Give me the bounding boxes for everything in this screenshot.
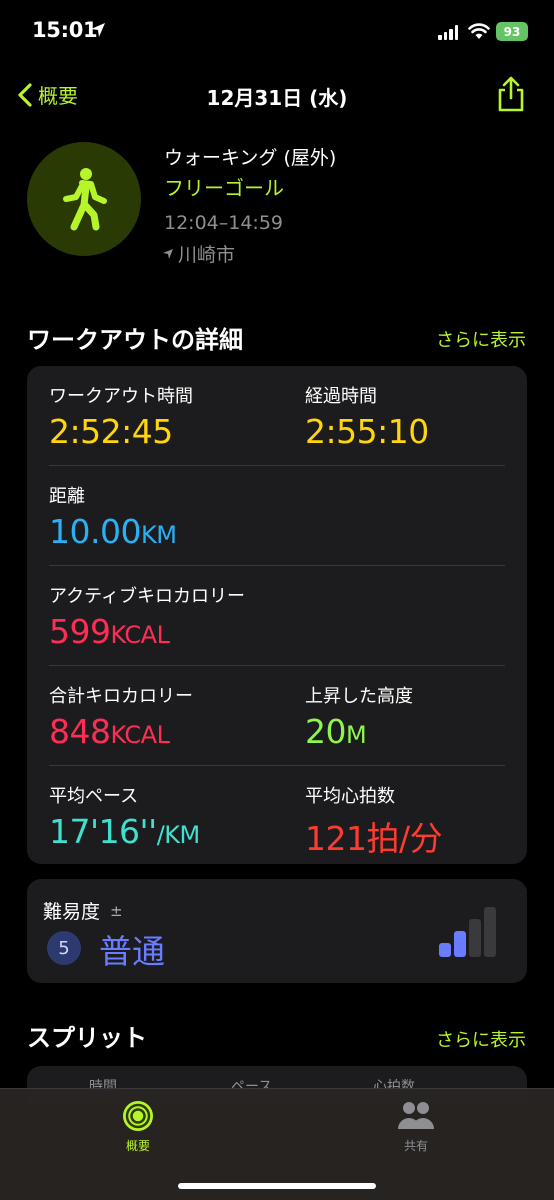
metric-number: 10.00 (49, 512, 141, 551)
elevation-metric: 上昇した高度 20M (305, 682, 413, 751)
metric-label: アクティブキロカロリー (49, 586, 246, 607)
metric-row: 合計キロカロリー 848KCAL 上昇した高度 20M (49, 666, 505, 766)
workout-location-label: 川崎市 (178, 244, 236, 266)
location-arrow-icon (163, 248, 173, 259)
splits-section-title: スプリット (27, 1024, 147, 1052)
splits-show-more-link[interactable]: さらに表示 (436, 1026, 526, 1052)
workout-time-range: 12:04–14:59 (164, 212, 284, 234)
metric-value: 10.00KM (49, 512, 177, 551)
status-time: 15:01 (32, 18, 98, 42)
effort-label: 難易度 ± (43, 897, 123, 924)
tab-sharing[interactable]: 共有 (356, 1099, 476, 1154)
effort-bar (484, 907, 496, 957)
metric-unit: KM (140, 521, 177, 549)
plus-minus-icon: ± (110, 901, 123, 920)
battery-indicator: 93 (496, 22, 528, 41)
metric-value: 599KCAL (49, 612, 245, 651)
share-icon[interactable] (494, 74, 528, 114)
tab-summary[interactable]: 概要 (78, 1099, 198, 1154)
metric-value: 121拍/分 (305, 819, 443, 858)
metric-value: 2:52:45 (49, 412, 173, 451)
metric-number: 17'16'' (49, 812, 157, 851)
walking-workout-badge (27, 142, 141, 256)
people-icon (398, 1102, 434, 1129)
effort-bars-icon (439, 907, 496, 957)
battery-level: 93 (503, 24, 521, 39)
workout-details-card: ワークアウト時間 2:52:45 経過時間 2:55:10 距離 10.00KM… (27, 366, 527, 864)
walking-figure-icon (63, 168, 107, 231)
metric-number: 848 (49, 712, 111, 751)
metric-value: 848KCAL (49, 712, 193, 751)
tab-label: 共有 (403, 1139, 428, 1153)
home-indicator (178, 1183, 376, 1189)
activity-rings-icon (123, 1101, 153, 1131)
metric-unit: KCAL (110, 721, 170, 749)
metric-label: 距離 (49, 486, 85, 507)
wifi-icon (468, 23, 490, 39)
avg-pace-metric: 平均ペース 17'16''/KM (49, 782, 200, 851)
metric-row: 平均ペース 17'16''/KM 平均心拍数 121拍/分 (49, 766, 505, 866)
metric-unit: KCAL (110, 621, 170, 649)
status-bar: 15:01 93 (0, 0, 554, 66)
metric-row: ワークアウト時間 2:52:45 経過時間 2:55:10 (49, 366, 505, 466)
location-arrow-icon (91, 23, 105, 37)
page-title: 12月31日 (水) (206, 86, 348, 110)
effort-bar (439, 943, 451, 957)
metric-label: 上昇した高度 (305, 686, 413, 707)
effort-level-badge: 5 (47, 931, 81, 965)
avg-heart-rate-metric: 平均心拍数 121拍/分 (305, 782, 443, 860)
metric-number: 599 (49, 612, 111, 651)
total-kcal-metric: 合計キロカロリー 848KCAL (49, 682, 193, 751)
effort-title: 難易度 (43, 901, 101, 923)
metric-unit: M (346, 721, 367, 749)
metric-label: ワークアウト時間 (49, 386, 193, 407)
cellular-signal-icon (438, 24, 458, 40)
effort-bar (454, 931, 466, 957)
metric-label: 平均ペース (49, 786, 139, 807)
workout-goal: フリーゴール (164, 176, 284, 200)
elapsed-time-metric: 経過時間 2:55:10 (305, 382, 429, 451)
effort-bar (469, 919, 481, 957)
workout-location: 川崎市 (162, 240, 235, 267)
metric-label: 経過時間 (305, 386, 377, 407)
metric-label: 平均心拍数 (305, 786, 395, 807)
metric-label: 合計キロカロリー (49, 686, 193, 707)
distance-metric: 距離 10.00KM (49, 482, 177, 551)
active-kcal-metric: アクティブキロカロリー 599KCAL (49, 582, 245, 651)
metric-number: 20 (305, 712, 347, 751)
metric-value: 20M (305, 712, 413, 751)
details-section-title: ワークアウトの詳細 (27, 326, 243, 354)
metric-row: 距離 10.00KM (49, 466, 505, 566)
effort-value: 普通 (99, 932, 165, 971)
workout-type: ウォーキング (屋外) (164, 147, 337, 169)
metric-value: 2:55:10 (305, 412, 429, 451)
metric-row: アクティブキロカロリー 599KCAL (49, 566, 505, 666)
workout-time-metric: ワークアウト時間 2:52:45 (49, 382, 193, 451)
effort-card[interactable]: 難易度 ± 5 普通 (27, 879, 527, 983)
metric-value: 17'16''/KM (49, 812, 200, 851)
tab-label: 概要 (125, 1139, 150, 1153)
details-show-more-link[interactable]: さらに表示 (436, 326, 526, 352)
metric-unit: /KM (156, 821, 201, 849)
